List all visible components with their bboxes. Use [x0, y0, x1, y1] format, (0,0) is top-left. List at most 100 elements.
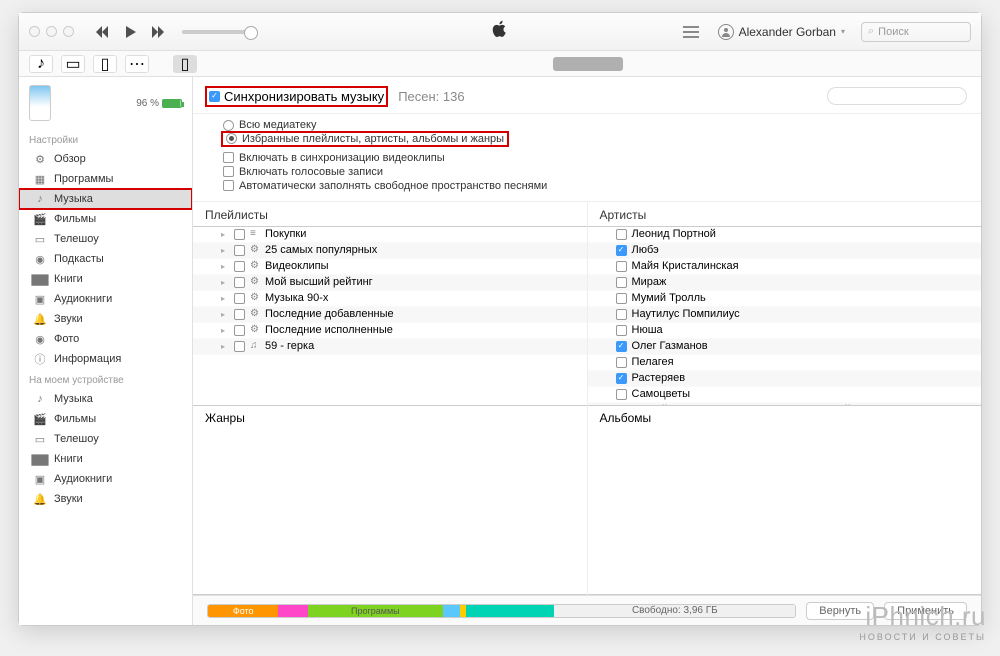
tab-tv[interactable]: ▯: [93, 55, 117, 73]
sync-music-checkbox[interactable]: [209, 91, 220, 102]
tab-music[interactable]: ♪: [29, 55, 53, 73]
sidebar-item-audiobooks[interactable]: ▣Аудиокниги: [19, 289, 192, 309]
sidebar-item-books[interactable]: ▇▇Книги: [19, 269, 192, 289]
checkbox-icon[interactable]: [234, 293, 245, 304]
movies-icon: 🎬: [33, 412, 47, 426]
checkbox-icon[interactable]: [234, 325, 245, 336]
opt-entire-library[interactable]: Всю медиатеку: [223, 118, 967, 132]
play-button[interactable]: [120, 22, 140, 42]
artist-row[interactable]: Наутилус Помпилиус: [588, 307, 982, 323]
info-icon: ⓘ: [33, 352, 47, 366]
sidebar-item-podcasts[interactable]: ◉Подкасты: [19, 249, 192, 269]
prev-button[interactable]: [92, 22, 112, 42]
next-button[interactable]: [148, 22, 168, 42]
checkbox-icon[interactable]: [234, 229, 245, 240]
device-block[interactable]: 96 %: [19, 77, 192, 129]
minimize-dot[interactable]: [46, 26, 57, 37]
chevron-down-icon: ▾: [841, 27, 845, 36]
filter-search[interactable]: [827, 87, 967, 105]
center-pill: [553, 57, 623, 71]
apply-button[interactable]: Применить: [884, 602, 967, 620]
playlist-row[interactable]: ▸≡Покупки: [193, 227, 587, 243]
artist-row[interactable]: Самоцветы: [588, 387, 982, 403]
artist-row[interactable]: Любэ: [588, 243, 982, 259]
sidebar-item-tv[interactable]: ▭Телешоу: [19, 229, 192, 249]
queue-icon[interactable]: [680, 24, 702, 40]
artist-row[interactable]: Пелагея: [588, 355, 982, 371]
artist-row[interactable]: Леонид Портной: [588, 227, 982, 243]
sidebar-item-summary[interactable]: ⚙Обзор: [19, 149, 192, 169]
sidebar-item-tones[interactable]: 🔔Звуки: [19, 489, 192, 509]
disclosure-icon: ▸: [221, 246, 229, 255]
sidebar-item-apps[interactable]: ▦Программы: [19, 169, 192, 189]
playlist-row[interactable]: ▸⚙Видеоклипы: [193, 259, 587, 275]
playlist-label: Мой высший рейтинг: [265, 276, 373, 288]
tab-device[interactable]: ▯: [173, 55, 197, 73]
artist-row[interactable]: Мираж: [588, 275, 982, 291]
account-menu[interactable]: Alexander Gorban ▾: [712, 24, 851, 40]
sidebar-item-music[interactable]: ♪Музыка: [19, 189, 192, 209]
checkbox-icon[interactable]: [234, 245, 245, 256]
seg-magenta: [278, 605, 307, 617]
checkbox-icon[interactable]: [616, 325, 627, 336]
checkbox-icon[interactable]: [616, 389, 627, 400]
checkbox-icon[interactable]: [616, 293, 627, 304]
playlist-row[interactable]: ▸⚙Последние исполненные: [193, 323, 587, 339]
checkbox-icon[interactable]: [616, 357, 627, 368]
artist-label: Пелагея: [632, 356, 674, 368]
playlist-label: Видеоклипы: [265, 260, 329, 272]
opt-autofill[interactable]: Автоматически заполнять свободное простр…: [223, 179, 967, 193]
artist-row[interactable]: Растеряев: [588, 371, 982, 387]
books-icon: ▇▇: [33, 272, 47, 286]
sidebar-item-music[interactable]: ♪Музыка: [19, 389, 192, 409]
sidebar-item-movies[interactable]: 🎬Фильмы: [19, 409, 192, 429]
albums-header: Альбомы: [588, 405, 982, 595]
close-dot[interactable]: [29, 26, 40, 37]
volume-slider[interactable]: [182, 30, 252, 34]
seg-free: Свободно: 3,96 ГБ: [554, 605, 795, 617]
sync-music-checkbox-group[interactable]: Синхронизировать музыку: [207, 88, 386, 105]
artist-row[interactable]: Нюша: [588, 323, 982, 339]
storage-bar: Фото Программы Свободно: 3,96 ГБ: [207, 604, 796, 618]
playlist-row[interactable]: ▸♫59 - герка: [193, 339, 587, 355]
tv-icon: ▭: [33, 432, 47, 446]
playlist-row[interactable]: ▸⚙Последние добавленные: [193, 307, 587, 323]
sidebar-item-audiobooks[interactable]: ▣Аудиокниги: [19, 469, 192, 489]
tab-movies[interactable]: ▭: [61, 55, 85, 73]
zoom-dot[interactable]: [63, 26, 74, 37]
checkbox-icon[interactable]: [616, 341, 627, 352]
artist-row[interactable]: Майя Кристалинская: [588, 259, 982, 275]
artists-column: Артисты Леонид ПортнойЛюбэМайя Кристалин…: [588, 202, 982, 596]
checkbox-icon[interactable]: [616, 229, 627, 240]
sidebar-item-tv[interactable]: ▭Телешоу: [19, 429, 192, 449]
sidebar-item-photos[interactable]: ◉Фото: [19, 329, 192, 349]
checkbox-icon[interactable]: [234, 309, 245, 320]
checkbox-icon[interactable]: [616, 309, 627, 320]
playlist-row[interactable]: ▸⚙25 самых популярных: [193, 243, 587, 259]
checkbox-icon[interactable]: [234, 277, 245, 288]
checkbox-icon[interactable]: [616, 277, 627, 288]
sidebar-item-tones[interactable]: 🔔Звуки: [19, 309, 192, 329]
artist-label: Нюша: [632, 324, 663, 336]
revert-button[interactable]: Вернуть: [806, 602, 874, 620]
checkbox-icon[interactable]: [616, 373, 627, 384]
sidebar-item-books[interactable]: ▇▇Книги: [19, 449, 192, 469]
playlist-row[interactable]: ▸⚙Мой высший рейтинг: [193, 275, 587, 291]
sidebar-item-info[interactable]: ⓘИнформация: [19, 349, 192, 369]
checkbox-icon[interactable]: [234, 261, 245, 272]
checkbox-icon[interactable]: [616, 261, 627, 272]
checkbox-icon[interactable]: [616, 245, 627, 256]
sidebar-item-movies[interactable]: 🎬Фильмы: [19, 209, 192, 229]
music-icon: ♪: [33, 192, 47, 206]
tab-more[interactable]: ⋯: [125, 55, 149, 73]
opt-include-videos[interactable]: Включать в синхронизацию видеоклипы: [223, 151, 967, 165]
artist-label: Майя Кристалинская: [632, 260, 739, 272]
opt-selected-items[interactable]: Избранные плейлисты, артисты, альбомы и …: [223, 133, 507, 145]
disclosure-icon: ▸: [221, 310, 229, 319]
artist-row[interactable]: Олег Газманов: [588, 339, 982, 355]
checkbox-icon[interactable]: [234, 341, 245, 352]
playlist-row[interactable]: ▸⚙Музыка 90-х: [193, 291, 587, 307]
opt-include-voice[interactable]: Включать голосовые записи: [223, 165, 967, 179]
search-input[interactable]: ⌕ Поиск: [861, 22, 971, 42]
artist-row[interactable]: Мумий Тролль: [588, 291, 982, 307]
